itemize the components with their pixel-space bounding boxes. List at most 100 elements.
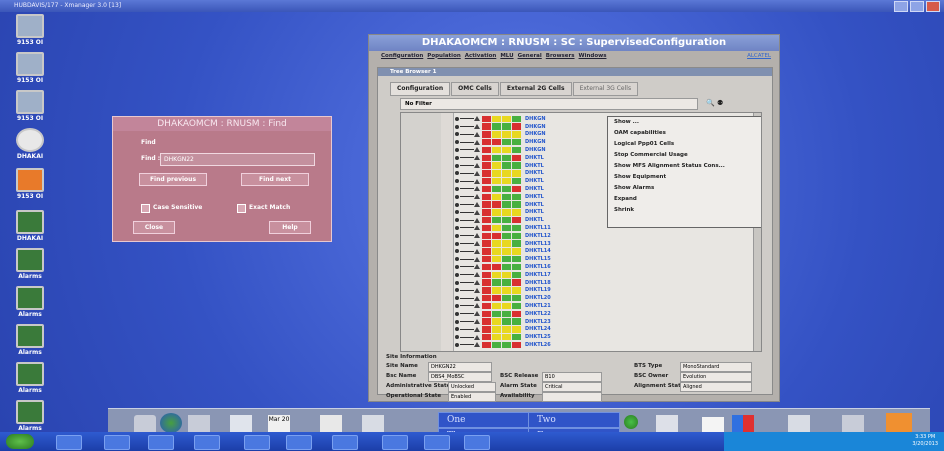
menu-general[interactable]: General <box>518 53 542 59</box>
tree-row[interactable]: DHKTL19 <box>455 287 551 295</box>
taskbar-app-icon[interactable] <box>194 435 220 450</box>
tree-row[interactable]: DHKTL <box>455 162 544 170</box>
desktop-icon-8[interactable]: Alarms <box>4 286 56 318</box>
menu-item-show-mfs-alignment[interactable]: Show MFS Alignment Status Cons... <box>608 161 761 172</box>
filter-field[interactable]: No Filter <box>400 98 698 110</box>
minimize-button[interactable] <box>894 1 908 12</box>
tree-row[interactable]: DHKGN <box>455 123 546 131</box>
tree-row[interactable]: DHKGN <box>455 138 546 146</box>
tree-row[interactable]: DHKTL26 <box>455 341 551 349</box>
desktop-icon-10[interactable]: Alarms <box>4 362 56 394</box>
tree-row[interactable]: DHKGN <box>455 146 546 154</box>
desktop-icon-4[interactable]: DHAKAI <box>4 128 56 160</box>
tree-row[interactable]: DHKTL14 <box>455 248 551 256</box>
status-cell <box>502 263 511 271</box>
tree-row[interactable]: DHKTL20 <box>455 294 551 302</box>
desktop-icon-2[interactable]: 9153 OI <box>4 52 56 84</box>
tree-row[interactable]: DHKTL <box>455 177 544 185</box>
globe-icon[interactable] <box>160 413 182 433</box>
tab-external-2g-cells[interactable]: External 2G Cells <box>499 82 572 96</box>
menu-configuration[interactable]: Configuration <box>381 53 423 59</box>
desktop-icon-11[interactable]: Alarms <box>4 400 56 432</box>
help-button[interactable]: Help <box>269 221 311 234</box>
tree-row[interactable]: DHKTL <box>455 193 544 201</box>
menu-item-stop-commercial-usage[interactable]: Stop Commercial Usage <box>608 150 761 161</box>
search-icon[interactable]: 🔍 <box>706 99 715 107</box>
tree-row[interactable]: DHKTL <box>455 170 544 178</box>
tree-row[interactable]: DHKTL <box>455 201 544 209</box>
tree-row[interactable]: DHKTL <box>455 216 544 224</box>
desktop-icon-5[interactable]: 9153 OI <box>4 168 56 200</box>
tab-configuration[interactable]: Configuration <box>390 82 451 96</box>
tree-row[interactable]: DHKTL <box>455 154 544 162</box>
close-find-button[interactable]: Close <box>133 221 175 234</box>
desktop-icon-1[interactable]: 9153 OI <box>4 14 56 46</box>
status-cell <box>512 216 521 224</box>
menu-item-show[interactable]: Show ... <box>608 117 761 128</box>
taskbar-excel-icon[interactable] <box>332 435 358 450</box>
tree-connector <box>460 126 474 128</box>
taskbar-folder-icon[interactable] <box>104 435 130 450</box>
taskbar-app-icon[interactable] <box>382 435 408 450</box>
menu-browsers[interactable]: Browsers <box>546 53 575 59</box>
tree-row[interactable]: DHKTL22 <box>455 310 551 318</box>
find-previous-button[interactable]: Find previous <box>139 173 207 186</box>
find-next-button[interactable]: Find next <box>241 173 309 186</box>
desktop-icon-3[interactable]: 9153 OI <box>4 90 56 122</box>
menu-item-show-equipment[interactable]: Show Equipment <box>608 172 761 183</box>
menu-item-shrink[interactable]: Shrink <box>608 205 761 216</box>
desktop-icon-6[interactable]: DHAKAI <box>4 210 56 242</box>
menu-item-show-alarms[interactable]: Show Alarms <box>608 183 761 194</box>
cell-name: DHKTL23 <box>525 318 551 325</box>
case-sensitive-checkbox[interactable] <box>141 204 150 213</box>
start-button[interactable] <box>6 434 34 449</box>
clock[interactable]: 3:33 PM 3/20/2013 <box>912 434 938 448</box>
desktop-icon-9[interactable]: Alarms <box>4 324 56 356</box>
tree-row[interactable]: DHKTL18 <box>455 279 551 287</box>
menu-item-oam-capabilities[interactable]: OAM capabilities <box>608 128 761 139</box>
tab-external-3g-cells[interactable]: External 3G Cells <box>572 82 639 96</box>
maximize-button[interactable] <box>910 1 924 12</box>
menu-mlu[interactable]: MLU <box>500 53 513 59</box>
taskbar-x-icon[interactable] <box>286 435 312 450</box>
find-input[interactable]: DHKGN22 <box>160 153 315 166</box>
cell-tree[interactable]: DHKGN DHKGN DHKGN DHKGN DHKGN DHKTL DHKTL DHKTL… <box>400 112 762 352</box>
tree-row[interactable]: DHKTL16 <box>455 263 551 271</box>
tree-row[interactable]: DHKGN <box>455 131 546 139</box>
tree-browser: Tree Browser 1 Configuration OMC Cells E… <box>377 67 773 402</box>
close-button[interactable] <box>926 1 940 12</box>
window-controls <box>894 1 940 12</box>
exact-match-checkbox[interactable] <box>237 204 246 213</box>
node-dot-icon <box>455 272 459 277</box>
tree-row[interactable]: DHKGN <box>455 115 546 123</box>
exit-arrow-icon[interactable] <box>886 413 912 433</box>
desktop-icon-7[interactable]: Alarms <box>4 248 56 280</box>
taskbar-app-icon[interactable] <box>464 435 490 450</box>
taskbar-ie-icon[interactable] <box>56 435 82 450</box>
tree-row[interactable]: DHKTL11 <box>455 224 551 232</box>
tree-row[interactable]: DHKTL12 <box>455 232 551 240</box>
tab-omc-cells[interactable]: OMC Cells <box>451 82 499 96</box>
node-dot-icon <box>455 171 459 176</box>
tree-row[interactable]: DHKTL <box>455 185 544 193</box>
taskbar-media-icon[interactable] <box>148 435 174 450</box>
menu-activation[interactable]: Activation <box>465 53 497 59</box>
workspace-one[interactable]: One <box>438 412 530 428</box>
tree-row[interactable]: DHKTL <box>455 209 544 217</box>
tree-row[interactable]: DHKTL17 <box>455 271 551 279</box>
menu-population[interactable]: Population <box>427 53 460 59</box>
tree-row[interactable]: DHKTL24 <box>455 326 551 334</box>
tree-row[interactable]: DHKTL25 <box>455 333 551 341</box>
menu-windows[interactable]: Windows <box>579 53 607 59</box>
status-cell <box>502 326 511 333</box>
workspace-two[interactable]: Two <box>528 412 620 428</box>
tree-row[interactable]: DHKTL23 <box>455 318 551 326</box>
menu-item-logical-cells[interactable]: Logical Ppp01 Cells <box>608 139 761 150</box>
taskbar-app-icon[interactable] <box>244 435 270 450</box>
taskbar-word-icon[interactable] <box>424 435 450 450</box>
tree-row[interactable]: DHKTL15 <box>455 255 551 263</box>
binoculars-icon[interactable]: ⚉ <box>717 99 723 107</box>
tree-row[interactable]: DHKTL21 <box>455 302 551 310</box>
menu-item-expand[interactable]: Expand <box>608 194 761 205</box>
tree-row[interactable]: DHKTL13 <box>455 240 551 248</box>
